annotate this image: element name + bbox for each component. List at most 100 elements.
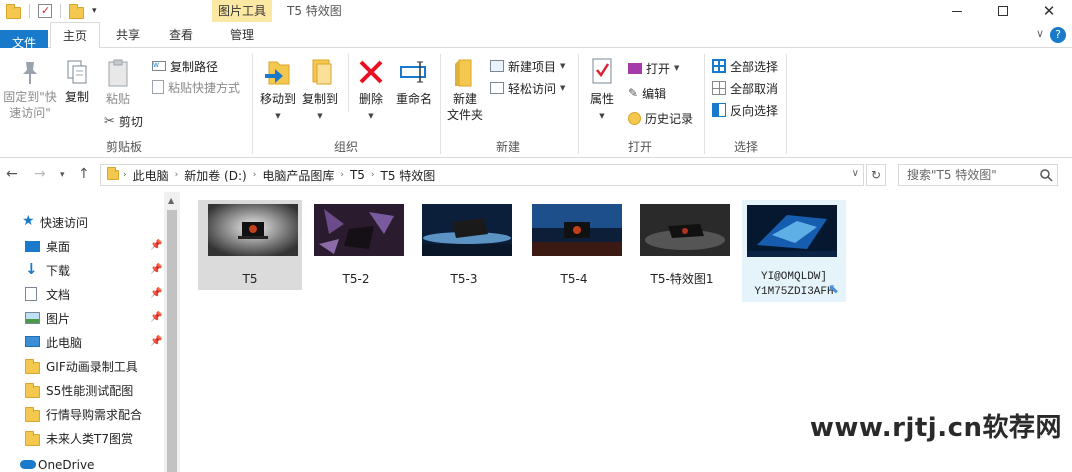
history-label: 历史记录: [645, 111, 694, 126]
delete-button[interactable]: 删除 ▼: [354, 56, 388, 121]
close-icon: ✕: [1042, 2, 1056, 20]
ribbon-tabs: 文件 主页 共享 查看 管理 ∨ ?: [0, 22, 1072, 120]
image-thumbnail: [314, 204, 404, 256]
scroll-up-icon[interactable]: ▲: [168, 196, 174, 205]
paste-shortcut-button[interactable]: 粘贴快捷方式: [152, 77, 240, 97]
copy-button[interactable]: 复制: [60, 58, 94, 105]
easy-access-button[interactable]: 轻松访问 ▼: [490, 78, 565, 98]
copy-path-label: 复制路径: [170, 59, 219, 74]
forward-button[interactable]: →: [34, 166, 46, 182]
help-icon[interactable]: ?: [1050, 27, 1066, 43]
pin-icon[interactable]: 📌: [150, 336, 162, 347]
new-item-button[interactable]: 新建项目 ▼: [490, 56, 565, 76]
new-folder-qa-icon[interactable]: [69, 4, 84, 19]
customize-qa-icon[interactable]: ▾: [92, 6, 97, 16]
new-folder-label-1: 新建: [452, 92, 477, 106]
paste-shortcut-icon: [152, 80, 164, 94]
nav-item-label: OneDrive: [38, 458, 95, 472]
select-group-label: 选择: [733, 140, 758, 154]
copy-to-button[interactable]: 复制到 ▼: [300, 56, 340, 121]
new-folder-button[interactable]: 新建 文件夹: [444, 56, 486, 123]
file-name: T5-特效图1: [650, 272, 714, 286]
nav-item-pictures[interactable]: 图片 📌: [0, 306, 164, 330]
history-button[interactable]: 历史记录: [628, 108, 693, 128]
maximize-button[interactable]: [980, 0, 1026, 22]
address-row: ← → ▾ ↑ › 此电脑 › 新加卷 (D:) › 电脑产品图库 › T5 ›…: [0, 158, 1072, 192]
file-item-renaming[interactable]: YI@OMQLDW] Y1M75ZDI3AFH ⬉: [742, 200, 846, 302]
paste-button[interactable]: 粘贴: [100, 58, 136, 107]
copy-path-button[interactable]: W 复制路径: [152, 56, 218, 76]
properties-qa-icon[interactable]: ✓: [38, 4, 52, 18]
nav-item-desktop[interactable]: 桌面 📌: [0, 234, 164, 258]
nav-item-folder[interactable]: 未来人类T7图赏: [0, 426, 164, 450]
clipboard-group-label: 剪贴板: [105, 140, 142, 154]
pin-quick-access-button[interactable]: 固定到"快 速访问": [0, 58, 60, 121]
address-bar[interactable]: › 此电脑 › 新加卷 (D:) › 电脑产品图库 › T5 › T5 特效图 …: [100, 164, 864, 186]
invert-selection-button[interactable]: 反向选择: [712, 100, 778, 120]
breadcrumb-drive-d[interactable]: 新加卷 (D:): [178, 167, 252, 184]
collapse-ribbon-icon[interactable]: ∨: [1036, 27, 1044, 40]
nav-item-folder[interactable]: GIF动画录制工具: [0, 354, 164, 378]
select-all-button[interactable]: 全部选择: [712, 56, 778, 76]
breadcrumb-product-library[interactable]: 电脑产品图库: [256, 167, 340, 184]
file-name: T5-3: [450, 272, 478, 286]
image-thumbnail: [640, 204, 730, 256]
select-none-button[interactable]: 全部取消: [712, 78, 778, 98]
copy-icon: [67, 60, 87, 84]
pin-icon[interactable]: 📌: [150, 264, 162, 275]
nav-item-quick-access[interactable]: ★ 快速访问: [0, 210, 164, 234]
group-divider: [786, 54, 787, 154]
pin-icon[interactable]: 📌: [150, 240, 162, 251]
new-group-label: 新建: [495, 140, 520, 154]
search-input[interactable]: 搜索"T5 特效图": [898, 164, 1058, 186]
nav-item-documents[interactable]: 文档 📌: [0, 282, 164, 306]
up-button[interactable]: ↑: [78, 166, 90, 182]
pin-icon[interactable]: 📌: [150, 312, 162, 323]
paste-shortcut-label: 粘贴快捷方式: [168, 80, 241, 95]
file-item[interactable]: T5-特效图1: [630, 200, 734, 290]
dropdown-arrow-icon: ▼: [275, 112, 281, 120]
refresh-button[interactable]: ↻: [866, 164, 886, 186]
tab-view[interactable]: 查看: [156, 22, 206, 48]
open-button[interactable]: 打开 ▼: [628, 58, 679, 78]
cut-button[interactable]: ✂ 剪切: [104, 111, 143, 131]
nav-item-onedrive[interactable]: OneDrive: [0, 454, 164, 472]
properties-button[interactable]: 属性 ▼: [584, 56, 620, 121]
tab-share[interactable]: 共享: [104, 22, 152, 48]
tab-manage[interactable]: 管理: [212, 22, 272, 48]
delete-label: 删除: [358, 92, 383, 106]
nav-item-label: 桌面: [46, 240, 71, 254]
nav-pane-scrollbar[interactable]: ▲: [164, 192, 180, 472]
divider: [29, 4, 30, 18]
nav-item-downloads[interactable]: ↓ 下载 📌: [0, 258, 164, 282]
file-item[interactable]: T5-3: [412, 200, 516, 290]
close-button[interactable]: ✕: [1026, 0, 1072, 22]
folder-icon: [107, 167, 119, 180]
pin-icon[interactable]: 📌: [150, 288, 162, 299]
picture-tools-context-tab: 图片工具: [212, 0, 272, 22]
nav-item-folder[interactable]: 行情导购需求配合: [0, 402, 164, 426]
file-item[interactable]: T5-4: [522, 200, 626, 290]
file-item[interactable]: T5: [198, 200, 302, 290]
file-item[interactable]: T5-2: [304, 200, 408, 290]
file-name: T5-2: [342, 272, 370, 286]
recent-locations-button[interactable]: ▾: [60, 170, 65, 180]
nav-item-folder[interactable]: S5性能测试配图: [0, 378, 164, 402]
edit-button[interactable]: ✎ 编辑: [628, 83, 666, 103]
breadcrumb-t5[interactable]: T5: [344, 168, 371, 182]
scrollbar-thumb[interactable]: [167, 210, 177, 472]
move-to-button[interactable]: 移动到 ▼: [258, 56, 298, 121]
group-divider: [578, 54, 579, 154]
tab-home[interactable]: 主页: [50, 22, 100, 49]
address-dropdown-icon[interactable]: ∨: [852, 168, 859, 179]
nav-item-this-pc[interactable]: 此电脑 📌: [0, 330, 164, 354]
breadcrumb-this-pc[interactable]: 此电脑: [127, 167, 175, 184]
document-icon: [25, 287, 37, 301]
rename-button[interactable]: 重命名: [392, 56, 436, 107]
rename-icon: [400, 61, 426, 83]
group-divider: [704, 54, 705, 154]
back-button[interactable]: ←: [6, 166, 18, 182]
minimize-button[interactable]: [934, 0, 980, 22]
edit-label: 编辑: [642, 86, 667, 101]
breadcrumb-t5-effects[interactable]: T5 特效图: [375, 167, 442, 184]
